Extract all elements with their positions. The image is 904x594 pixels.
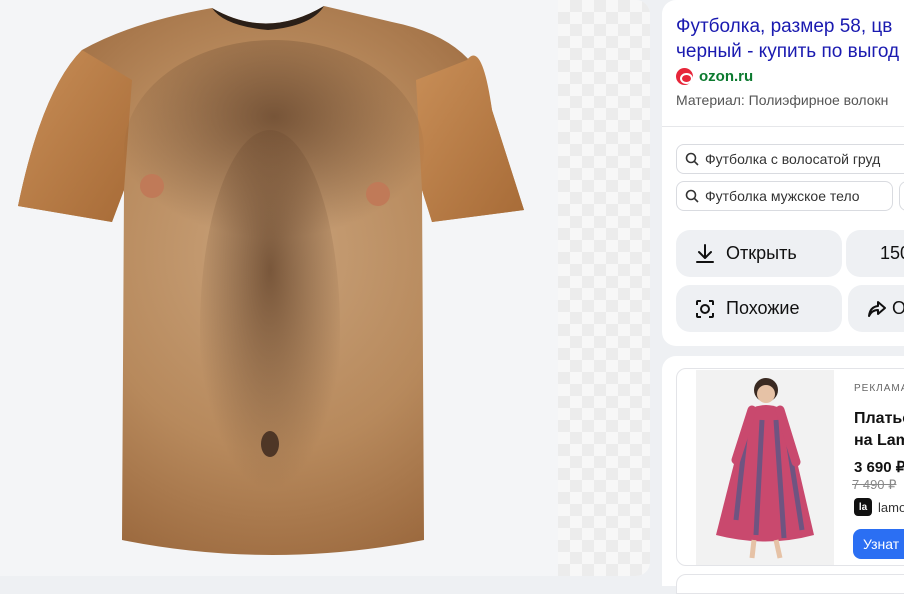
product-material: Материал: Полиэфирное волокн [676,92,889,108]
product-image[interactable] [12,0,532,576]
source-name: ozon.ru [699,68,754,85]
shop-logo-icon: la [854,498,872,516]
lens-search-icon [696,299,714,318]
image-size-button[interactable]: 150 [846,230,904,277]
search-icon [685,189,699,203]
similar-button[interactable]: Похожие [676,285,842,332]
result-title[interactable]: Футболка, размер 58, цв черный - купить … [676,14,904,64]
ad-label: РЕКЛАМА [854,383,904,394]
image-viewer[interactable] [0,0,650,576]
transparency-background [558,0,650,576]
source-link[interactable]: ozon.ru [676,68,753,85]
related-search-chip[interactable]: Футболка с волосатой груд [676,144,904,174]
next-ad-card[interactable] [676,574,904,594]
ad-product-image[interactable] [696,370,834,565]
related-search-chip[interactable]: Футболка мужское тело [676,181,893,211]
ad-shop[interactable]: la lamo [854,498,904,516]
ad-price: 3 690 ₽ [854,459,904,476]
ad-cta-button[interactable]: Узнат [853,529,904,559]
open-button[interactable]: Открыть [676,230,842,277]
ozon-logo-icon [676,68,693,85]
related-search-chip-overflow[interactable] [899,181,904,211]
search-icon [685,152,699,166]
divider [662,126,904,127]
shop-name: lamo [878,499,904,515]
download-icon [696,243,714,263]
ad-old-price: 7 490 ₽ [852,477,897,492]
share-icon [868,300,886,317]
ad-title[interactable]: Платье на Lam [854,408,904,452]
share-button[interactable]: О [848,285,904,332]
